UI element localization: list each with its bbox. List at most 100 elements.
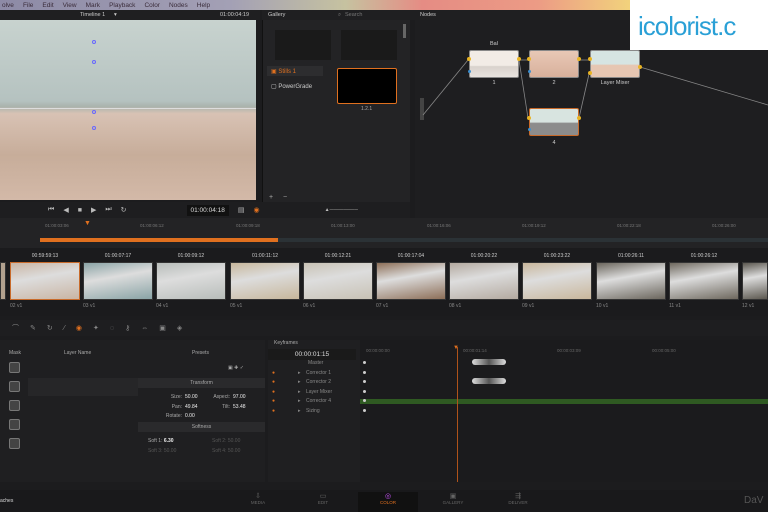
- gallery-search-input[interactable]: Search: [345, 10, 362, 20]
- add-icon[interactable]: +: [269, 194, 273, 201]
- loop-icon[interactable]: ↻: [121, 206, 127, 214]
- page-color[interactable]: ◎ COLOR: [358, 492, 418, 512]
- window-handle[interactable]: [92, 60, 96, 64]
- expand-icon[interactable]: ▸: [298, 408, 301, 414]
- clip-thumb[interactable]: [596, 262, 666, 300]
- softness-right[interactable]: Soft 2: 50.00 Soft 4: 50.00: [212, 437, 240, 456]
- node-1[interactable]: [469, 50, 519, 78]
- skip-start-icon[interactable]: ⏮: [48, 206, 54, 214]
- keyframe-marker[interactable]: [363, 389, 366, 393]
- timeline-clip-bar[interactable]: [40, 238, 278, 242]
- keyframe-marker[interactable]: [363, 399, 366, 402]
- clip-thumb[interactable]: [303, 262, 373, 300]
- menu-mark[interactable]: Mark: [86, 2, 100, 9]
- viewer-mode-icon[interactable]: ▤: [238, 206, 245, 214]
- chevron-down-icon[interactable]: ▾: [114, 10, 117, 20]
- scrollbar[interactable]: [403, 24, 406, 38]
- transform-values-right[interactable]: 97.00 53.48: [233, 393, 246, 412]
- node-key-input[interactable]: [468, 70, 471, 73]
- window-handle[interactable]: [92, 40, 96, 44]
- gallery-thumb[interactable]: [341, 30, 397, 60]
- clip-thumb[interactable]: [522, 262, 592, 300]
- softness-left[interactable]: Soft 1: 6.30 Soft 3: 50.00: [148, 437, 176, 456]
- stop-icon[interactable]: ■: [78, 207, 82, 214]
- mask-gradient[interactable]: [9, 438, 20, 449]
- album-powergrade[interactable]: ▢ PowerGrade: [267, 83, 316, 90]
- node-output[interactable]: [577, 116, 581, 120]
- zoom-slider[interactable]: ▲────────: [325, 207, 358, 213]
- menu-help[interactable]: Help: [197, 2, 210, 9]
- clip-thumb[interactable]: [742, 262, 768, 300]
- blur-icon[interactable]: ◌: [110, 325, 114, 332]
- playhead-icon[interactable]: ▼: [84, 220, 91, 227]
- mask-curve[interactable]: [9, 419, 20, 430]
- keyframe-dissolve[interactable]: [472, 378, 506, 384]
- key-icon[interactable]: ⚷: [125, 324, 130, 332]
- menu-nodes[interactable]: Nodes: [169, 2, 188, 9]
- keyframe-marker[interactable]: [363, 380, 366, 383]
- node-key-input[interactable]: [528, 128, 531, 131]
- menu-view[interactable]: View: [63, 2, 77, 9]
- expand-icon[interactable]: ▸: [298, 389, 301, 395]
- clip-thumb[interactable]: [449, 262, 519, 300]
- keyframe-timeline[interactable]: 00:00:00:00 00:00:01:14 00:00:03:09 00:0…: [360, 340, 768, 482]
- remove-icon[interactable]: −: [283, 194, 287, 201]
- window-icon[interactable]: ◉: [76, 324, 82, 332]
- timeline-selector[interactable]: Timeline 1: [80, 10, 105, 20]
- sizing-icon[interactable]: ⇔: [141, 325, 148, 332]
- node-2[interactable]: [529, 50, 579, 78]
- node-output[interactable]: [517, 57, 521, 61]
- keyframe-marker[interactable]: [363, 408, 366, 412]
- node-4[interactable]: [529, 108, 579, 136]
- keyframe-dissolve[interactable]: [472, 359, 506, 365]
- node-input[interactable]: [467, 57, 471, 61]
- expand-icon[interactable]: ▸: [298, 379, 301, 385]
- still-thumb[interactable]: [337, 68, 397, 104]
- clip-thumb[interactable]: [669, 262, 739, 300]
- qualifier-icon[interactable]: ✎: [30, 324, 36, 332]
- skip-end-icon[interactable]: ⏭: [105, 206, 111, 214]
- clip-thumb[interactable]: [83, 262, 153, 300]
- keyframe-track[interactable]: Master: [268, 360, 360, 370]
- keyframe-marker[interactable]: [363, 370, 366, 374]
- node-input[interactable]: [527, 116, 531, 120]
- menu-file[interactable]: File: [23, 2, 33, 9]
- clip-thumb[interactable]: [156, 262, 226, 300]
- keyframe-icon[interactable]: ◈: [177, 324, 182, 332]
- selected-layer-row[interactable]: [28, 378, 138, 396]
- node-layer-mixer[interactable]: [590, 50, 640, 78]
- album-stills-1[interactable]: ▣ Stills 1: [267, 66, 323, 76]
- warper-icon[interactable]: ↻: [47, 324, 53, 332]
- node-input[interactable]: [588, 57, 592, 61]
- menu-edit[interactable]: Edit: [42, 2, 53, 9]
- keyframe-track[interactable]: ● ▸ Sizing: [268, 408, 360, 418]
- transform-values-left[interactable]: 50.00 49.84 0.00: [185, 393, 198, 422]
- page-gallery[interactable]: ▣ GALLERY: [423, 492, 483, 512]
- clip-thumb[interactable]: [10, 262, 80, 300]
- mask-linear[interactable]: [9, 362, 20, 373]
- node-key-input[interactable]: [528, 70, 531, 73]
- enable-dot-icon[interactable]: ●: [272, 408, 275, 414]
- preset-actions-icon[interactable]: ▣ ✚ ✓: [228, 365, 244, 371]
- page-deliver[interactable]: ⇶ DELIVER: [488, 492, 548, 512]
- clip-thumb[interactable]: [230, 262, 300, 300]
- playhead-icon[interactable]: ▼: [453, 345, 459, 351]
- node-input[interactable]: [527, 57, 531, 61]
- timeline-ruler[interactable]: 01:00:03:06 01:00:06:12 01:00:09:18 01:0…: [0, 218, 768, 248]
- menu-app[interactable]: olve: [2, 2, 14, 9]
- menu-color[interactable]: Color: [144, 2, 160, 9]
- enable-dot-icon[interactable]: ●: [272, 398, 275, 404]
- keyframe-track[interactable]: ● ▸ Corrector 4: [268, 398, 360, 408]
- keyframe-track[interactable]: ● ▸ Layer Mixer: [268, 389, 360, 399]
- keyframe-track[interactable]: ● ▸ Corrector 1: [268, 370, 360, 380]
- page-media[interactable]: ⇩ MEDIA: [228, 492, 288, 512]
- node-output[interactable]: [577, 57, 581, 61]
- menu-playback[interactable]: Playback: [109, 2, 135, 9]
- keyframe-marker[interactable]: [363, 361, 366, 364]
- expand-icon[interactable]: ▸: [298, 398, 301, 404]
- highlight-icon[interactable]: ◉: [253, 206, 259, 214]
- window-handle[interactable]: [92, 110, 96, 114]
- step-back-icon[interactable]: ◀: [63, 206, 68, 214]
- window-handle[interactable]: [92, 126, 96, 130]
- enable-dot-icon[interactable]: ●: [272, 370, 275, 376]
